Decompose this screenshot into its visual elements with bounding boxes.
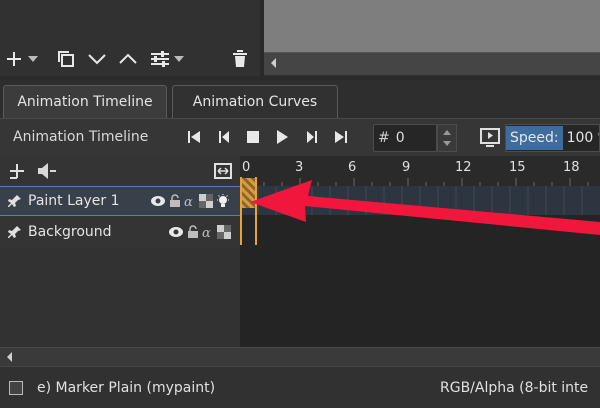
visibility-eye-icon[interactable] bbox=[168, 225, 184, 239]
last-frame-button[interactable] bbox=[330, 128, 352, 146]
status-color-space: RGB/Alpha (8-bit inte bbox=[440, 380, 589, 396]
frame-field-prefix: # bbox=[378, 130, 390, 146]
move-layer-down-button[interactable] bbox=[85, 42, 109, 76]
current-frame-field[interactable]: # 0 bbox=[373, 124, 437, 152]
step-back-icon bbox=[219, 131, 229, 143]
frame-ruler[interactable] bbox=[240, 156, 600, 187]
stop-button[interactable] bbox=[242, 128, 264, 146]
arrow-left-icon bbox=[271, 58, 276, 68]
ruler-tick-label: 0 bbox=[242, 160, 251, 175]
layer-properties-dropdown[interactable] bbox=[172, 42, 186, 76]
canvas-area[interactable] bbox=[264, 0, 600, 52]
add-layer-menu-button[interactable] bbox=[8, 162, 26, 180]
status-brush-preset: e) Marker Plain (mypaint) bbox=[37, 380, 216, 396]
inherit-alpha-icon[interactable] bbox=[217, 225, 231, 239]
ruler-tick-label: 9 bbox=[402, 160, 411, 175]
playback-speed-field[interactable]: Speed: 100 % bbox=[505, 124, 600, 152]
frame-cells bbox=[257, 186, 583, 215]
layer-name: Paint Layer 1 bbox=[28, 193, 120, 209]
plus-icon bbox=[10, 164, 24, 179]
ruler-tick-label: 3 bbox=[295, 160, 304, 175]
add-layer-button[interactable] bbox=[2, 42, 26, 76]
canvas-horizontal-scrollbar[interactable] bbox=[264, 52, 600, 75]
first-frame-button[interactable] bbox=[183, 128, 205, 146]
frame-field-value: 0 bbox=[395, 130, 405, 146]
speed-value: 100 % bbox=[566, 130, 599, 146]
previous-frame-button[interactable] bbox=[213, 128, 235, 146]
layer-toolbar bbox=[0, 42, 263, 76]
play-icon bbox=[277, 130, 288, 144]
delete-layer-button[interactable] bbox=[228, 42, 252, 76]
lock-icon[interactable] bbox=[169, 194, 181, 208]
scroll-left-button[interactable] bbox=[266, 55, 282, 71]
ruler-tick-label: 18 bbox=[563, 160, 580, 175]
tab-label: Animation Timeline bbox=[17, 94, 153, 110]
tab-label: Animation Curves bbox=[192, 94, 318, 110]
svg-text:α: α bbox=[184, 195, 193, 208]
ruler-tick-label: 15 bbox=[509, 160, 526, 175]
alpha-lock-icon[interactable]: α bbox=[184, 194, 196, 208]
next-frame-button[interactable] bbox=[301, 128, 323, 146]
duplicate-icon bbox=[58, 51, 74, 67]
inherit-alpha-icon[interactable] bbox=[199, 194, 213, 208]
arrow-left-icon[interactable] bbox=[3, 350, 17, 364]
frame-spinner[interactable] bbox=[437, 124, 457, 152]
frame-row-paint-layer-1[interactable] bbox=[240, 186, 600, 215]
brush-preset-icon bbox=[9, 381, 23, 395]
chevron-down-icon bbox=[88, 54, 106, 65]
speed-label: Speed: bbox=[506, 126, 563, 150]
playback-settings-icon bbox=[480, 128, 500, 147]
zoom-fit-button[interactable] bbox=[214, 163, 232, 179]
add-layer-dropdown[interactable] bbox=[26, 42, 40, 76]
skip-to-end-icon bbox=[335, 131, 347, 143]
move-layer-up-button[interactable] bbox=[116, 42, 140, 76]
playback-options-button[interactable] bbox=[478, 127, 502, 149]
fit-width-icon bbox=[214, 163, 232, 179]
layer-row-background[interactable]: Background α bbox=[0, 217, 240, 247]
visibility-eye-icon[interactable] bbox=[150, 194, 166, 208]
lock-icon[interactable] bbox=[187, 225, 199, 239]
svg-text:α: α bbox=[202, 226, 211, 239]
step-forward-icon bbox=[307, 131, 317, 143]
speaker-icon bbox=[38, 163, 56, 179]
layer-row-paint-layer-1[interactable]: Paint Layer 1 α bbox=[0, 186, 240, 216]
ruler-ticks bbox=[245, 178, 589, 186]
audio-button[interactable] bbox=[36, 162, 58, 180]
onion-skin-icon[interactable] bbox=[216, 194, 230, 208]
sliders-icon bbox=[151, 51, 169, 67]
docker-title: Animation Timeline bbox=[13, 129, 149, 145]
tab-animation-curves[interactable]: Animation Curves bbox=[172, 85, 338, 118]
skip-to-start-icon bbox=[188, 131, 200, 143]
play-button[interactable] bbox=[271, 128, 293, 146]
chevron-up-icon bbox=[119, 53, 137, 64]
timeline-horizontal-scrollbar[interactable] bbox=[0, 347, 600, 366]
plus-icon bbox=[7, 52, 21, 66]
layer-name: Background bbox=[28, 224, 112, 240]
stop-icon bbox=[247, 131, 259, 143]
tab-animation-timeline[interactable]: Animation Timeline bbox=[3, 85, 167, 118]
layer-properties-button[interactable] bbox=[148, 42, 172, 76]
ruler-tick-label: 12 bbox=[455, 160, 472, 175]
duplicate-layer-button[interactable] bbox=[54, 42, 78, 76]
trash-icon bbox=[233, 50, 247, 67]
caret-down-icon bbox=[28, 56, 38, 62]
spin-arrows-icon bbox=[443, 130, 451, 146]
keyframe-cell[interactable] bbox=[242, 178, 255, 208]
ruler-tick-label: 6 bbox=[348, 160, 357, 175]
caret-down-icon bbox=[174, 56, 184, 62]
layer-list-header bbox=[0, 156, 240, 186]
pin-icon bbox=[8, 226, 21, 238]
alpha-lock-icon[interactable]: α bbox=[202, 225, 214, 239]
pin-icon bbox=[8, 195, 21, 207]
